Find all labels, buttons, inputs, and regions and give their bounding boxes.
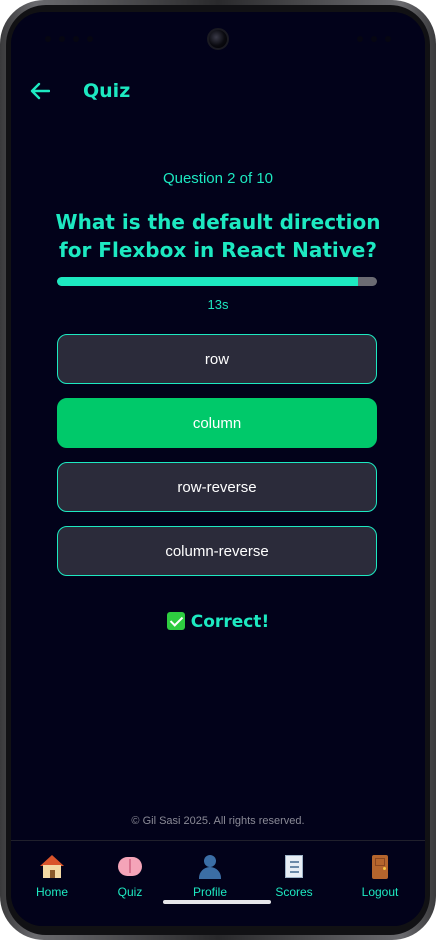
status-bar-right (357, 36, 391, 42)
brain-icon (117, 855, 143, 879)
timer-progress-fill (57, 277, 358, 286)
tab-label: Logout (361, 885, 399, 899)
logout-door-icon (367, 855, 393, 879)
answer-option-row[interactable]: row (57, 334, 377, 384)
phone-frame: Quiz Question 2 of 10 What is the defaul… (0, 0, 436, 940)
tab-profile[interactable]: Profile (169, 855, 251, 899)
answer-option-column[interactable]: column (57, 398, 377, 448)
home-indicator[interactable] (163, 900, 271, 904)
question-counter: Question 2 of 10 (162, 170, 274, 187)
answer-option-row-reverse[interactable]: row-reverse (57, 462, 377, 512)
home-icon (39, 855, 65, 879)
profile-icon (197, 855, 223, 879)
answer-option-label: row (204, 350, 230, 368)
front-camera (207, 28, 229, 50)
feedback-text: Correct! (190, 612, 270, 632)
tab-quiz[interactable]: Quiz (89, 855, 171, 899)
answer-option-label: column (192, 414, 242, 432)
back-button[interactable] (27, 78, 53, 104)
tab-label: Profile (192, 885, 227, 899)
question-text: What is the default direction for Flexbo… (55, 210, 381, 262)
tab-logout[interactable]: Logout (339, 855, 421, 899)
app-header: Quiz (11, 76, 425, 106)
tab-label: Home (35, 885, 68, 899)
timer-progress-bar (57, 277, 377, 286)
answer-options: row column row-reverse column-reverse (57, 334, 377, 590)
tab-home[interactable]: Home (11, 855, 93, 899)
answer-option-column-reverse[interactable]: column-reverse (57, 526, 377, 576)
bottom-tab-bar: Home Quiz Profile Scores Logout (11, 840, 425, 926)
answer-option-label: row-reverse (177, 478, 257, 496)
scores-icon (281, 855, 307, 879)
check-mark-icon (166, 612, 185, 630)
answer-feedback: Correct! (11, 612, 425, 632)
tab-label: Quiz (117, 885, 143, 899)
tab-scores[interactable]: Scores (253, 855, 335, 899)
arrow-left-icon (30, 82, 50, 100)
copyright-footer: © Gil Sasi 2025. All rights reserved. (131, 815, 305, 827)
page-title: Quiz (83, 80, 131, 102)
answer-option-label: column-reverse (165, 542, 269, 560)
timer-text: 13s (207, 297, 229, 312)
tab-label: Scores (275, 885, 313, 899)
status-bar-left (45, 36, 93, 42)
app-screen: Quiz Question 2 of 10 What is the defaul… (11, 12, 425, 926)
